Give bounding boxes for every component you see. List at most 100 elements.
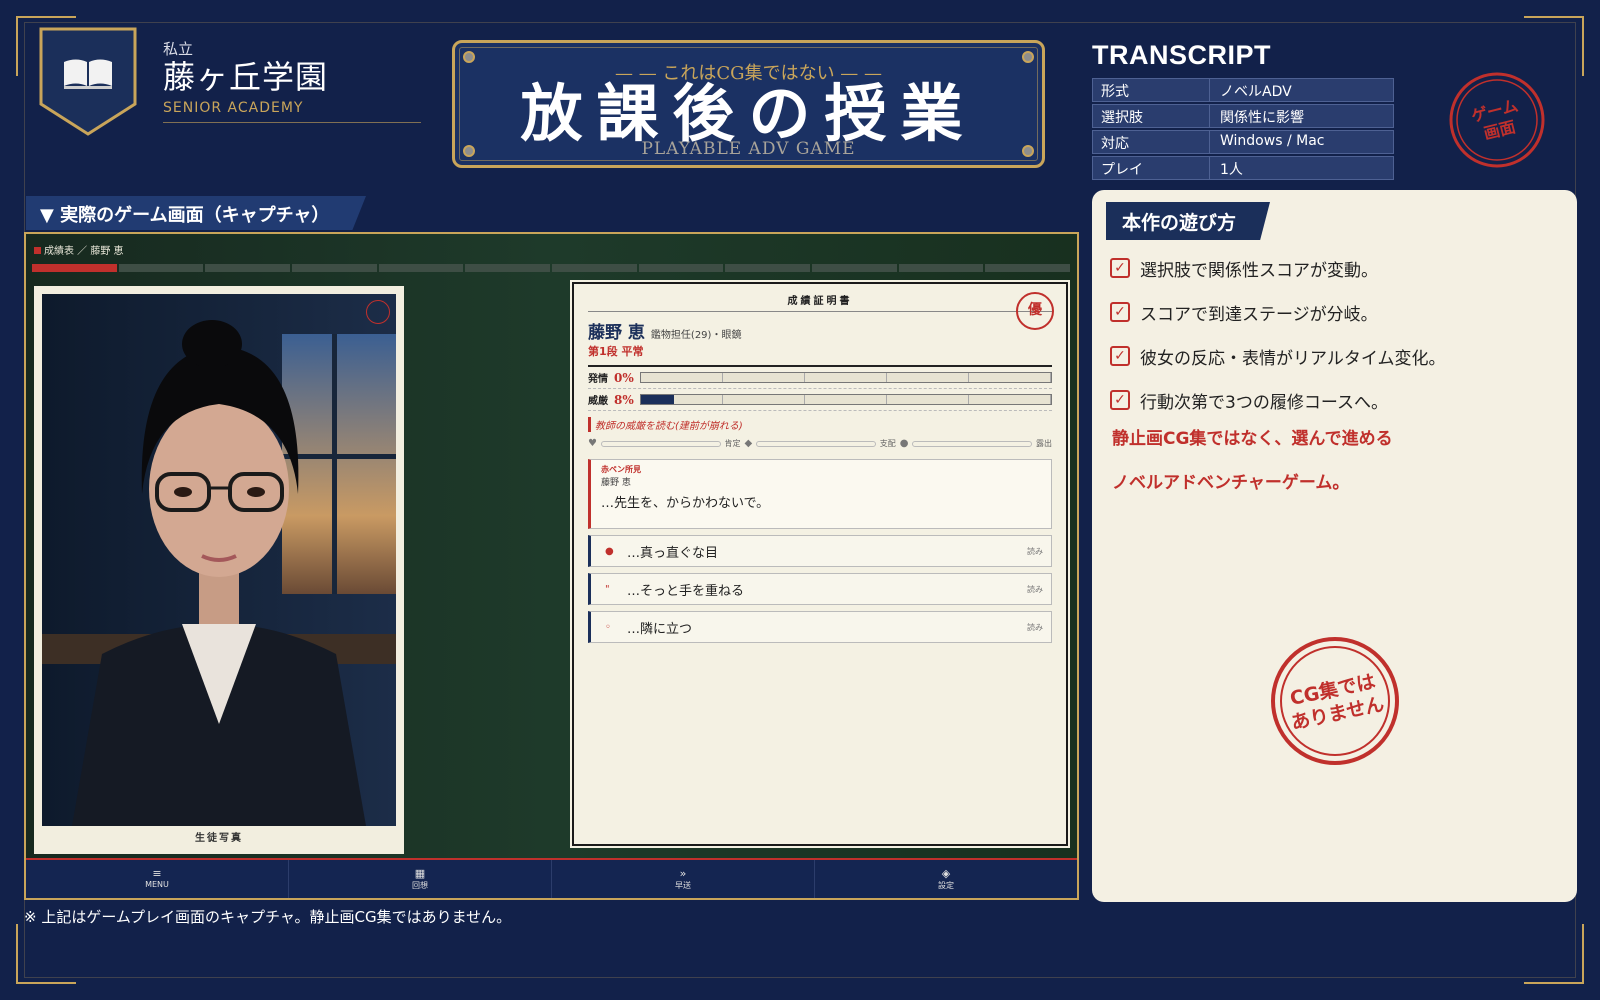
choice-text: …そっと手を重ねる (627, 583, 745, 599)
breadcrumb-text: 成績表 ／ 藤野 恵 (44, 246, 124, 257)
diamond-icon: ◆ (744, 438, 753, 449)
stat-label: 威厳 (588, 396, 608, 407)
menu-label: MENU (145, 880, 169, 890)
stat-label: 発情 (588, 374, 608, 385)
fast-forward-icon: » (679, 867, 687, 880)
excellent-seal-icon: 優 (1016, 292, 1054, 330)
feature-item: ✓ 彼女の反応・表情がリアルタイム変化。 (1110, 334, 1446, 378)
school-block: 私立 藤ヶ丘学園 SENIOR ACADEMY (163, 38, 421, 123)
student-name-text: 藤野 恵 (588, 323, 645, 343)
rivet (463, 145, 475, 157)
choice-read-tag: 読み (1027, 546, 1043, 556)
stat-bar (640, 394, 1052, 405)
spec-value: ノベルADV (1210, 78, 1394, 102)
emphasis-line: 静止画CG集ではなく、選んで進める (1112, 429, 1393, 449)
photo-mark-icon (366, 300, 390, 324)
memo-title: 赤ペン所見 (601, 465, 641, 474)
memo-speaker: 藤野 恵 (601, 478, 631, 488)
school-name-en: SENIOR ACADEMY (163, 99, 304, 116)
game-menu-bar: ≡ MENU ▦ 回想 » 早送 ◈ 設定 (26, 858, 1077, 898)
stage-level: 第1段 平常 (588, 343, 1052, 367)
feature-text: 行動次第で3つの履修コースへ。 (1140, 392, 1388, 413)
axis-track (912, 440, 1032, 447)
spec-row: 対応 Windows / Mac (1092, 130, 1394, 154)
progress-segment (552, 264, 637, 272)
spec-key: 対応 (1092, 130, 1210, 154)
heart-icon: ♥ (588, 438, 597, 449)
menu-label: 回想 (412, 881, 428, 891)
progress-segment (118, 264, 204, 272)
checkbox-checked-icon: ✓ (1110, 346, 1130, 366)
checkbox-checked-icon: ✓ (1110, 302, 1130, 322)
circle-icon: ● (899, 438, 909, 449)
game-title: 放課後の授業 (520, 77, 977, 150)
section-label: ▼ 実際のゲーム画面（キャプチャ） (26, 196, 366, 230)
report-heading: 成績証明書 (588, 292, 1052, 312)
student-photo (42, 294, 396, 826)
stat-bar (640, 372, 1052, 383)
progress-segment (292, 264, 377, 272)
axis-label: 支配 (879, 439, 896, 448)
footnote: ※ 上記はゲームプレイ画面のキャプチャ。静止画CG集ではありません。 (24, 908, 512, 926)
progress-segment (205, 264, 291, 272)
spec-key: プレイ (1092, 156, 1210, 180)
progress-segment (725, 264, 811, 272)
choice-option[interactable]: ◦ …隣に立つ 読み (588, 611, 1052, 643)
teacher-memo: 赤ペン所見 藤野 恵 …先生を、からかわないで。 (588, 459, 1052, 529)
feature-item: ✓ スコアで到達ステージが分岐。 (1110, 290, 1446, 334)
settings-button[interactable]: ◈ 設定 (815, 860, 1077, 898)
stat-row: 威厳 8% (588, 389, 1052, 411)
spec-key: 形式 (1092, 78, 1210, 102)
choice-option[interactable]: ● …真っ直ぐな目 読み (588, 535, 1052, 567)
transcript-heading: TRANSCRIPT (1092, 40, 1271, 70)
choice-bullet: ● (605, 545, 614, 557)
spec-value: Windows / Mac (1210, 130, 1394, 154)
progress-segment (985, 264, 1071, 272)
memo-message: …先生を、からかわないで。 (601, 496, 770, 511)
stat-note: 教師の威厳を読む(建前が崩れる) (588, 417, 1052, 432)
progress-segment (812, 264, 897, 272)
backlog-button[interactable]: ▦ 回想 (289, 860, 552, 898)
feature-item: ✓ 選択肢で関係性スコアが変動。 (1110, 246, 1446, 290)
corner-ornament (16, 924, 76, 984)
corner-ornament (1524, 16, 1584, 76)
progress-segment (465, 264, 551, 272)
spec-row: プレイ 1人 (1092, 156, 1394, 180)
choice-option[interactable]: " …そっと手を重ねる 読み (588, 573, 1052, 605)
skip-button[interactable]: » 早送 (552, 860, 815, 898)
stat-percent: 0% (614, 370, 634, 385)
axis-track (600, 440, 721, 447)
menu-label: 設定 (938, 881, 954, 891)
progress-segment (32, 264, 117, 272)
game-screen-stamp: ゲーム 画面 (1449, 72, 1545, 168)
how-to-play-panel: 本作の遊び方 ✓ 選択肢で関係性スコアが変動。 ✓ スコアで到達ステージが分岐。 ✓… (1092, 190, 1577, 902)
photo-caption: 生徒写真 (195, 833, 243, 844)
feature-text: スコアで到達ステージが分岐。 (1140, 304, 1378, 325)
progress-segment (898, 264, 984, 272)
relation-axes: ♥ 肯定 ◆ 支配 ● 露出 (588, 438, 1052, 449)
progress-segment (378, 264, 464, 272)
spec-key: 選択肢 (1092, 104, 1210, 128)
student-role: 鑑物担任(29)・眼鏡 (650, 330, 742, 341)
emphasis-line: ノベルアドベンチャーゲーム。 (1112, 473, 1350, 493)
progress-bar (32, 264, 1071, 272)
spec-value: 関係性に影響 (1210, 104, 1394, 128)
student-photo-card[interactable]: 生徒写真 (34, 286, 404, 854)
choice-bullet: ◦ (605, 621, 611, 633)
school-name: 藤ヶ丘学園 (163, 58, 329, 96)
menu-icon: ≡ (152, 867, 162, 880)
axis-track (756, 440, 876, 447)
student-name: 藤野 恵鑑物担任(29)・眼鏡 (588, 318, 1052, 343)
axis-label: 肯定 (724, 439, 741, 448)
not-cg-collection-stamp: CG集では ありません (1271, 637, 1399, 765)
checkbox-checked-icon: ✓ (1110, 258, 1130, 278)
menu-button[interactable]: ≡ MENU (26, 860, 289, 898)
backlog-icon: ▦ (414, 867, 426, 880)
corner-ornament (1524, 924, 1584, 984)
feature-text: 彼女の反応・表情がリアルタイム変化。 (1140, 348, 1446, 369)
feature-list: ✓ 選択肢で関係性スコアが変動。 ✓ スコアで到達ステージが分岐。 ✓ 彼女の反応・表… (1110, 246, 1446, 422)
feature-item: ✓ 行動次第で3つの履修コースへ。 (1110, 378, 1446, 422)
choice-text: …隣に立つ (627, 621, 693, 637)
progress-segment (638, 264, 724, 272)
settings-icon: ◈ (941, 867, 951, 880)
